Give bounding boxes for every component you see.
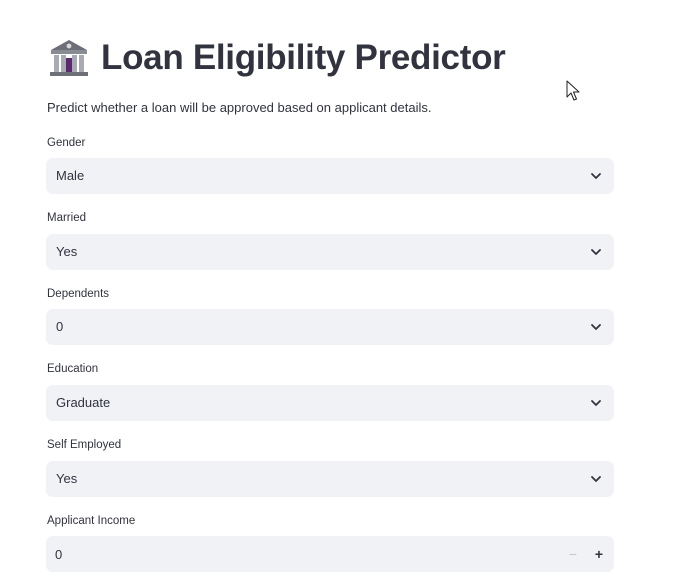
gender-label: Gender xyxy=(47,137,86,149)
education-value: Graduate xyxy=(56,395,111,410)
page-header: Loan Eligibility Predictor xyxy=(47,34,506,82)
applicant-income-input[interactable] xyxy=(46,536,546,572)
education-select[interactable]: Graduate xyxy=(46,385,614,421)
chevron-down-icon xyxy=(591,249,601,255)
increment-button[interactable]: + xyxy=(588,542,610,566)
applicant-income-label: Applicant Income xyxy=(47,515,136,527)
bank-building-icon xyxy=(47,36,91,80)
chevron-down-icon xyxy=(591,173,601,179)
dependents-select[interactable]: 0 xyxy=(46,309,614,345)
education-label: Education xyxy=(47,363,99,375)
gender-select[interactable]: Male xyxy=(46,158,614,194)
chevron-down-icon xyxy=(591,400,601,406)
gender-value: Male xyxy=(56,168,85,183)
married-label: Married xyxy=(47,212,86,224)
chevron-down-icon xyxy=(591,324,601,330)
applicant-income-field: − + xyxy=(46,536,614,572)
chevron-down-icon xyxy=(591,476,601,482)
decrement-button[interactable]: − xyxy=(562,542,584,566)
dependents-label: Dependents xyxy=(47,288,110,300)
self-employed-value: Yes xyxy=(56,471,78,486)
mouse-cursor-icon xyxy=(566,80,580,101)
self-employed-select[interactable]: Yes xyxy=(46,461,614,497)
married-value: Yes xyxy=(56,244,78,259)
self-employed-label: Self Employed xyxy=(47,439,122,451)
app-page: Loan Eligibility Predictor Predict wheth… xyxy=(0,0,676,587)
page-subtitle: Predict whether a loan will be approved … xyxy=(47,100,432,115)
page-title: Loan Eligibility Predictor xyxy=(101,38,506,77)
married-select[interactable]: Yes xyxy=(46,234,614,270)
dependents-value: 0 xyxy=(56,319,64,334)
